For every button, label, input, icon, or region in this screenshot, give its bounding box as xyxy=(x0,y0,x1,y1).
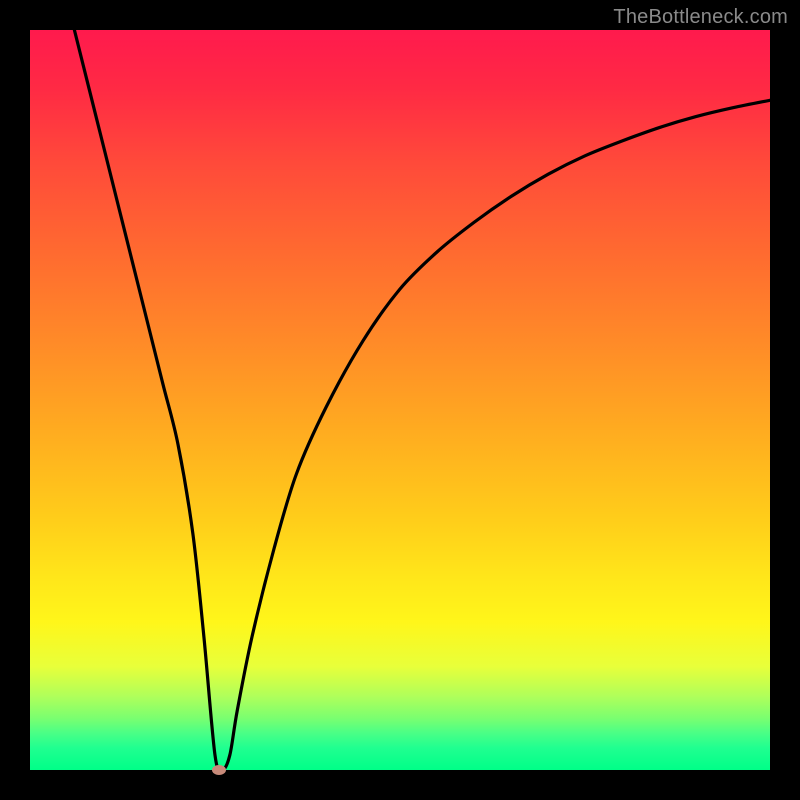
watermark-text: TheBottleneck.com xyxy=(613,6,788,29)
plot-area xyxy=(30,30,770,770)
optimal-point-marker xyxy=(212,765,226,775)
chart-frame: TheBottleneck.com xyxy=(0,0,800,800)
bottleneck-curve xyxy=(74,30,770,770)
curve-layer xyxy=(30,30,770,770)
